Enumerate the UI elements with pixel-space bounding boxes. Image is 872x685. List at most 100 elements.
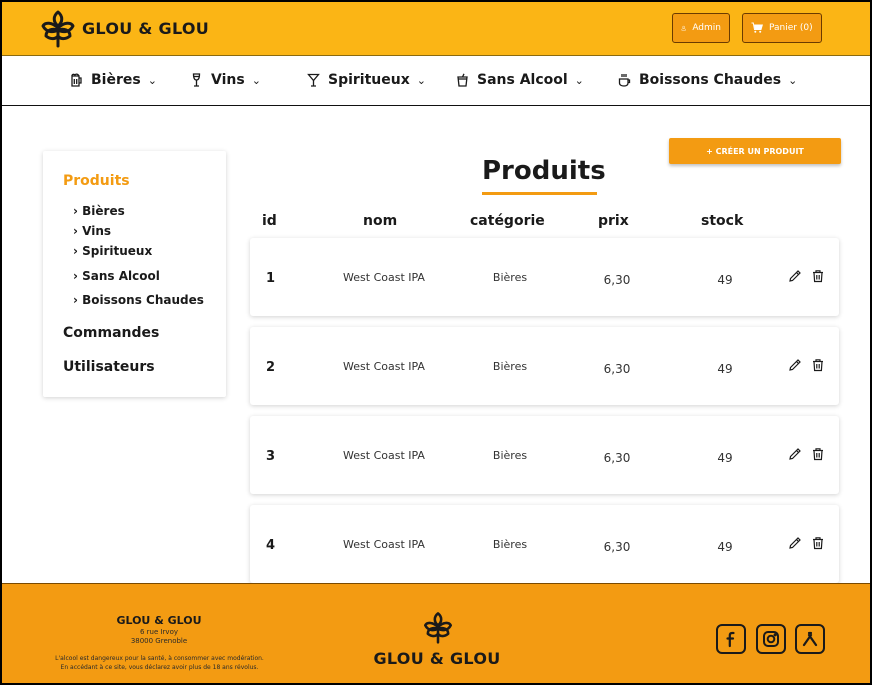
row-prix: 6,30 bbox=[603, 540, 631, 554]
trash-icon bbox=[813, 537, 823, 550]
chevron-right-icon: › bbox=[73, 293, 83, 307]
pencil-icon bbox=[789, 448, 801, 460]
row-stock: 49 bbox=[717, 451, 733, 465]
row-categorie: Bières bbox=[492, 360, 528, 373]
pencil-icon bbox=[789, 270, 801, 282]
footer-logo[interactable]: GLOU & GLOU bbox=[370, 609, 504, 668]
beer-icon bbox=[71, 73, 82, 87]
chevron-down-icon: ⌄ bbox=[147, 73, 157, 87]
category-nav: Bières ⌄ Vins ⌄ Spiritueux ⌄ Sans Alcool… bbox=[2, 56, 870, 106]
footer: GLOU & GLOU 6 rue Irvoy 38000 Grenoble L… bbox=[2, 583, 870, 683]
delete-button[interactable] bbox=[811, 446, 825, 461]
row-nom: West Coast IPA bbox=[343, 449, 425, 462]
cart-icon bbox=[751, 22, 763, 33]
nav-label: Spiritueux bbox=[328, 72, 410, 88]
row-nom: West Coast IPA bbox=[343, 538, 425, 551]
facebook-icon bbox=[726, 631, 735, 648]
cocktail-icon bbox=[307, 73, 320, 87]
nav-item-vins[interactable]: Vins ⌄ bbox=[190, 72, 261, 88]
nav-label: Sans Alcool bbox=[477, 72, 568, 88]
row-id: 2 bbox=[266, 360, 276, 375]
row-id: 3 bbox=[266, 449, 276, 464]
row-id: 4 bbox=[266, 538, 276, 553]
chevron-right-icon: › bbox=[73, 244, 83, 258]
cart-button[interactable]: Panier (0) bbox=[742, 13, 822, 43]
sidebar-subitem-bieres[interactable]: › Bières bbox=[73, 204, 125, 218]
wheat-leaf-icon bbox=[41, 10, 75, 48]
title-underline bbox=[482, 192, 597, 195]
chevron-down-icon: ⌄ bbox=[251, 73, 261, 87]
trash-icon bbox=[813, 359, 823, 372]
chevron-down-icon: ⌄ bbox=[574, 73, 584, 87]
nav-item-bieres[interactable]: Bières ⌄ bbox=[70, 72, 157, 88]
nav-item-boissons-chaudes[interactable]: Boissons Chaudes ⌄ bbox=[618, 72, 797, 88]
facebook-button[interactable] bbox=[716, 624, 746, 654]
instagram-button[interactable] bbox=[756, 624, 786, 654]
row-categorie: Bières bbox=[492, 538, 528, 551]
sidebar-item-commandes[interactable]: Commandes bbox=[63, 325, 159, 341]
pencil-icon bbox=[789, 537, 801, 549]
page: GLOU & GLOU Admin Panier (0) Bières ⌄ Vi… bbox=[2, 2, 870, 683]
edit-button[interactable] bbox=[788, 446, 802, 460]
table-row: 2 West Coast IPA Bières 6,30 49 bbox=[250, 327, 839, 405]
column-header-categorie: catégorie bbox=[470, 213, 545, 229]
admin-label: Admin bbox=[692, 23, 721, 33]
column-header-prix: prix bbox=[598, 213, 629, 229]
edit-button[interactable] bbox=[788, 535, 802, 549]
chevron-right-icon: › bbox=[73, 224, 83, 238]
footer-address-line2: 38000 Grenoble bbox=[130, 637, 188, 645]
row-nom: West Coast IPA bbox=[343, 360, 425, 373]
nav-item-sans-alcool[interactable]: Sans Alcool ⌄ bbox=[456, 72, 584, 88]
edit-button[interactable] bbox=[788, 268, 802, 282]
row-prix: 6,30 bbox=[603, 273, 631, 287]
table-row: 1 West Coast IPA Bières 6,30 49 bbox=[250, 238, 839, 316]
sidebar-subitem-boissons-chaudes[interactable]: › Boissons Chaudes bbox=[73, 293, 204, 307]
row-prix: 6,30 bbox=[603, 451, 631, 465]
chevron-down-icon: ⌄ bbox=[416, 73, 426, 87]
footer-logo-text: GLOU & GLOU bbox=[373, 649, 501, 668]
page-title: Produits bbox=[482, 156, 606, 186]
coffee-cup-icon bbox=[618, 74, 631, 87]
chevron-down-icon: ⌄ bbox=[788, 73, 798, 87]
chevron-right-icon: › bbox=[73, 204, 83, 218]
sidebar-subitem-spiritueux[interactable]: › Spiritueux bbox=[73, 244, 152, 258]
column-header-stock: stock bbox=[701, 213, 744, 229]
row-nom: West Coast IPA bbox=[343, 271, 425, 284]
row-prix: 6,30 bbox=[603, 362, 631, 376]
untappd-button[interactable] bbox=[795, 624, 825, 654]
soda-cup-icon bbox=[457, 73, 468, 87]
table-row: 4 West Coast IPA Bières 6,30 49 bbox=[250, 505, 839, 583]
sidebar-item-produits[interactable]: Produits bbox=[63, 173, 130, 189]
user-icon bbox=[681, 25, 686, 31]
untappd-icon bbox=[802, 631, 818, 647]
admin-button[interactable]: Admin bbox=[672, 13, 730, 43]
column-header-nom: nom bbox=[363, 213, 398, 229]
footer-warning-line2: En accédant à ce site, vous déclarez avo… bbox=[60, 664, 259, 671]
delete-button[interactable] bbox=[811, 535, 825, 550]
wheat-leaf-icon bbox=[423, 612, 453, 644]
chevron-right-icon: › bbox=[73, 269, 83, 283]
sidebar-subitem-vins[interactable]: › Vins bbox=[73, 224, 111, 238]
cart-label: Panier (0) bbox=[769, 23, 813, 33]
row-categorie: Bières bbox=[492, 271, 528, 284]
row-stock: 49 bbox=[717, 362, 733, 376]
delete-button[interactable] bbox=[811, 268, 825, 283]
instagram-icon bbox=[763, 631, 779, 647]
nav-label: Bières bbox=[91, 72, 141, 88]
nav-item-spiritueux[interactable]: Spiritueux ⌄ bbox=[307, 72, 426, 88]
sidebar-subitem-sans-alcool[interactable]: › Sans Alcool bbox=[73, 269, 160, 283]
sidebar-item-utilisateurs[interactable]: Utilisateurs bbox=[63, 359, 155, 375]
admin-sidebar: Produits › Bières › Vins › Spiritueux › … bbox=[43, 151, 226, 397]
pencil-icon bbox=[789, 359, 801, 371]
row-categorie: Bières bbox=[492, 449, 528, 462]
trash-icon bbox=[813, 448, 823, 461]
top-bar: GLOU & GLOU Admin Panier (0) bbox=[2, 2, 870, 56]
delete-button[interactable] bbox=[811, 357, 825, 372]
edit-button[interactable] bbox=[788, 357, 802, 371]
row-id: 1 bbox=[266, 271, 276, 286]
create-product-button[interactable]: + CRÉER UN PRODUIT bbox=[669, 138, 841, 164]
brand-logo[interactable]: GLOU & GLOU bbox=[38, 8, 209, 48]
row-stock: 49 bbox=[717, 540, 733, 554]
nav-label: Boissons Chaudes bbox=[639, 72, 782, 88]
wine-glass-icon bbox=[192, 73, 201, 87]
